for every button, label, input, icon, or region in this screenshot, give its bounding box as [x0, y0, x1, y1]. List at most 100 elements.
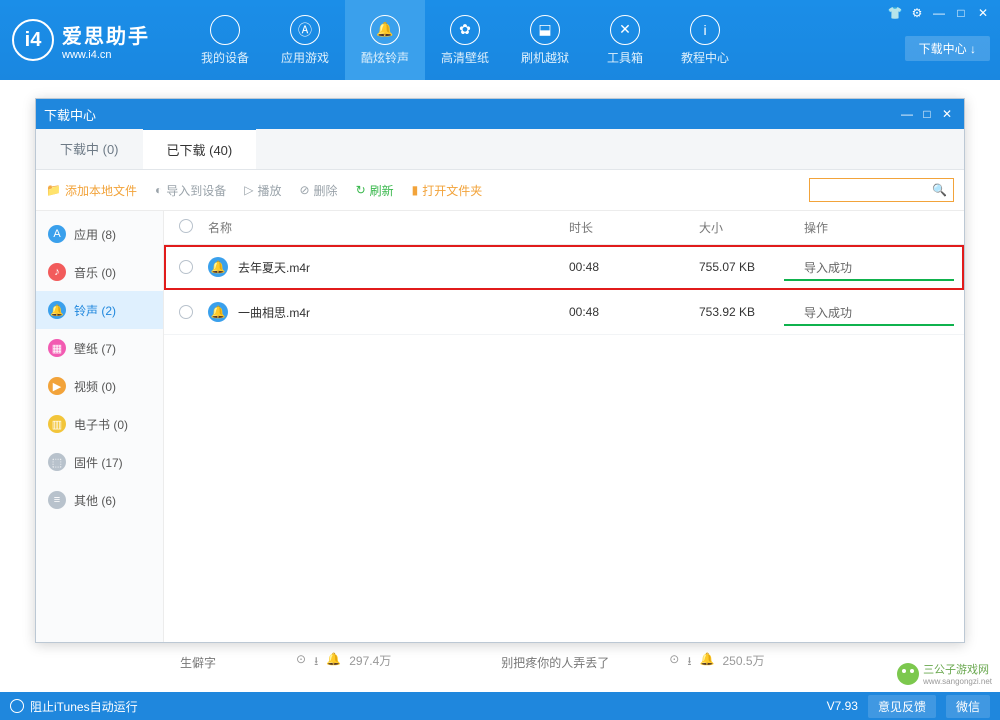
row-checkbox[interactable]: [179, 260, 193, 274]
maximize-button[interactable]: □: [950, 4, 972, 22]
col-size[interactable]: 大小: [699, 219, 804, 236]
book-icon: ▥: [48, 415, 66, 433]
modal-title-text: 下载中心: [44, 105, 96, 124]
select-all-checkbox[interactable]: [179, 219, 193, 233]
progress-bar: [784, 324, 954, 326]
file-duration: 00:48: [569, 260, 699, 274]
sidebar-item-music[interactable]: ♪音乐 (0): [36, 253, 163, 291]
nav-toolbox[interactable]: ✕工具箱: [585, 0, 665, 80]
open-folder-button[interactable]: ▮打开文件夹: [412, 182, 483, 199]
feedback-button[interactable]: 意见反馈: [868, 695, 936, 718]
search-icon: 🔍: [932, 183, 947, 197]
sidebar-item-videos[interactable]: ▶视频 (0): [36, 367, 163, 405]
modal-tabs: 下载中 (0) 已下载 (40): [36, 129, 964, 170]
background-music-row: 生僻字 ⊙⭳🔔297.4万 别把疼你的人弄丢了 ⊙⭳🔔250.5万: [180, 648, 980, 676]
modal-close-button[interactable]: ✕: [938, 105, 956, 123]
play-icon[interactable]: ⊙: [669, 652, 679, 673]
gear-icon[interactable]: ⚙: [906, 4, 928, 22]
video-icon: ▶: [48, 377, 66, 395]
count-2: 250.5万: [723, 652, 765, 673]
ringtone-icon: 🔔: [208, 257, 228, 277]
bell-icon[interactable]: 🔔: [326, 652, 341, 673]
import-to-device-button[interactable]: ◐导入到设备: [155, 182, 226, 199]
play-button[interactable]: ▷播放: [244, 182, 281, 199]
status-bar: 阻止iTunes自动运行 V7.93 意见反馈 微信: [0, 692, 1000, 720]
sidebar-item-ringtones[interactable]: 🔔铃声 (2): [36, 291, 163, 329]
nav-tutorials[interactable]: i教程中心: [665, 0, 745, 80]
col-name[interactable]: 名称: [208, 219, 569, 236]
itunes-block-label: 阻止iTunes自动运行: [30, 698, 138, 715]
sidebar-item-other[interactable]: ≡其他 (6): [36, 481, 163, 519]
file-row[interactable]: 🔔一曲相思.m4r 00:48 753.92 KB 导入成功: [164, 290, 964, 335]
row-checkbox[interactable]: [179, 305, 193, 319]
nav-ringtones[interactable]: 🔔酷炫铃声: [345, 0, 425, 80]
wrench-icon: ✕: [610, 15, 640, 45]
download-icon[interactable]: ⭳: [687, 652, 691, 673]
file-duration: 00:48: [569, 305, 699, 319]
main-nav: 我的设备 Ⓐ应用游戏 🔔酷炫铃声 ✿高清壁纸 ⬓刷机越狱 ✕工具箱 i教程中心: [185, 0, 988, 80]
file-name: 去年夏天.m4r: [238, 259, 310, 276]
tab-downloaded[interactable]: 已下载 (40): [143, 128, 257, 169]
apple-icon: [210, 15, 240, 45]
logo-badge: i4: [12, 19, 54, 61]
category-sidebar: A应用 (8) ♪音乐 (0) 🔔铃声 (2) ▦壁纸 (7) ▶视频 (0) …: [36, 211, 164, 642]
import-icon: ◐: [155, 183, 162, 197]
search-input[interactable]: 🔍: [809, 178, 954, 202]
window-controls: 👕 ⚙ — □ ✕: [884, 4, 994, 22]
bell-icon[interactable]: 🔔: [700, 652, 715, 673]
file-list: 名称 时长 大小 操作 🔔去年夏天.m4r 00:48 755.07 KB 导入…: [164, 211, 964, 642]
download-icon[interactable]: ⭳: [314, 652, 318, 673]
file-size: 753.92 KB: [699, 305, 804, 319]
modal-titlebar: 下载中心 — □ ✕: [36, 99, 964, 129]
sidebar-item-wallpapers[interactable]: ▦壁纸 (7): [36, 329, 163, 367]
tab-downloading[interactable]: 下载中 (0): [36, 129, 143, 169]
nav-apps[interactable]: Ⓐ应用游戏: [265, 0, 345, 80]
app-header: i4 爱思助手 www.i4.cn 我的设备 Ⓐ应用游戏 🔔酷炫铃声 ✿高清壁纸…: [0, 0, 1000, 80]
logo-url: www.i4.cn: [62, 49, 150, 61]
bell-icon: 🔔: [370, 15, 400, 45]
refresh-button[interactable]: ↻刷新: [356, 182, 394, 199]
sidebar-item-firmware[interactable]: ⬚固件 (17): [36, 443, 163, 481]
col-action[interactable]: 操作: [804, 219, 964, 236]
delete-button[interactable]: ⊘删除: [299, 182, 337, 199]
minimize-button[interactable]: —: [928, 4, 950, 22]
wallpaper-icon: ▦: [48, 339, 66, 357]
add-local-file-button[interactable]: 📁添加本地文件: [46, 182, 137, 199]
modal-minimize-button[interactable]: —: [898, 105, 916, 123]
modal-maximize-button[interactable]: □: [918, 105, 936, 123]
file-name: 一曲相思.m4r: [238, 304, 310, 321]
app-logo: i4 爱思助手 www.i4.cn: [12, 19, 150, 61]
delete-icon: ⊘: [299, 183, 309, 197]
music-icon: ♪: [48, 263, 66, 281]
column-headers: 名称 时长 大小 操作: [164, 211, 964, 245]
apps-icon: Ⓐ: [290, 15, 320, 45]
bell-icon: 🔔: [48, 301, 66, 319]
apps-icon: A: [48, 225, 66, 243]
nav-wallpapers[interactable]: ✿高清壁纸: [425, 0, 505, 80]
sidebar-item-apps[interactable]: A应用 (8): [36, 215, 163, 253]
ringtone-icon: 🔔: [208, 302, 228, 322]
file-status: 导入成功: [804, 259, 964, 276]
box-icon: ⬓: [530, 15, 560, 45]
download-center-modal: 下载中心 — □ ✕ 下载中 (0) 已下载 (40) 📁添加本地文件 ◐导入到…: [35, 98, 965, 643]
wechat-button[interactable]: 微信: [946, 695, 990, 718]
status-toggle[interactable]: [10, 699, 24, 713]
sidebar-item-ebooks[interactable]: ▥电子书 (0): [36, 405, 163, 443]
close-button[interactable]: ✕: [972, 4, 994, 22]
info-icon: i: [690, 15, 720, 45]
nav-jailbreak[interactable]: ⬓刷机越狱: [505, 0, 585, 80]
play-icon: ▷: [244, 183, 253, 197]
other-icon: ≡: [48, 491, 66, 509]
refresh-icon: ↻: [356, 183, 366, 197]
flower-icon: ✿: [450, 15, 480, 45]
col-duration[interactable]: 时长: [569, 219, 699, 236]
download-center-button[interactable]: 下载中心 ↓: [905, 36, 990, 61]
watermark-face-icon: [897, 663, 919, 685]
play-icon[interactable]: ⊙: [296, 652, 306, 673]
modal-toolbar: 📁添加本地文件 ◐导入到设备 ▷播放 ⊘删除 ↻刷新 ▮打开文件夹 🔍: [36, 170, 964, 211]
nav-my-device[interactable]: 我的设备: [185, 0, 265, 80]
shirt-icon[interactable]: 👕: [884, 4, 906, 22]
version-label: V7.93: [827, 699, 858, 713]
bg-song-2: 别把疼你的人弄丢了: [501, 654, 609, 671]
file-row[interactable]: 🔔去年夏天.m4r 00:48 755.07 KB 导入成功: [164, 245, 964, 290]
